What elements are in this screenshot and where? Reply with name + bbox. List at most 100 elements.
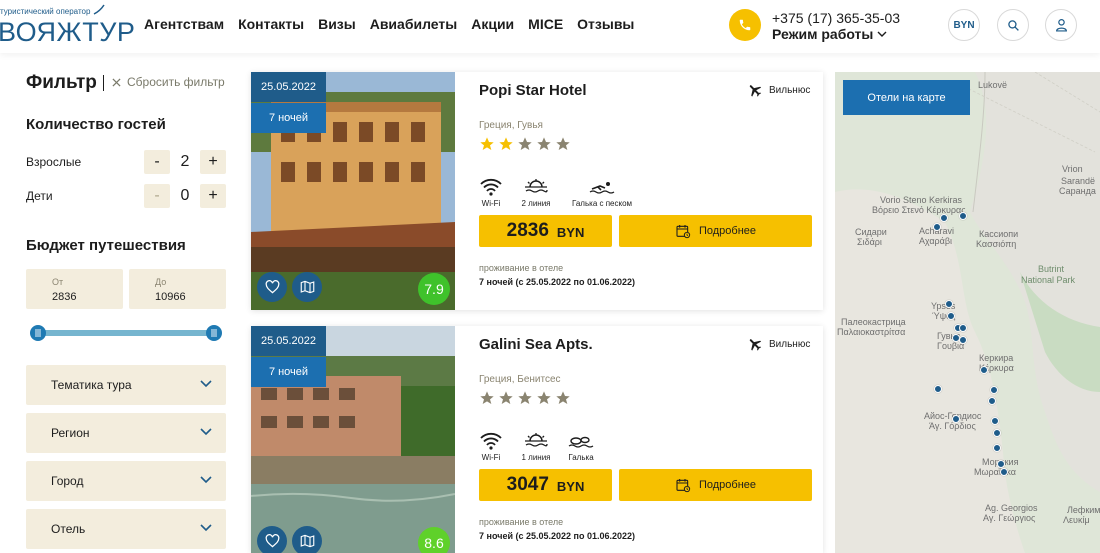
adults-minus-button[interactable]: - <box>144 150 170 174</box>
departure-city-label: Вильнюс <box>769 338 811 350</box>
region-dropdown[interactable]: Регион <box>26 413 226 453</box>
reset-filter-button[interactable]: Сбросить фильтр <box>112 75 225 89</box>
region-dropdown-label: Регион <box>51 426 90 440</box>
favorite-button[interactable] <box>257 272 287 302</box>
price-button[interactable]: 3047 BYN <box>479 469 612 501</box>
chevron-down-icon <box>200 476 212 484</box>
star-icon <box>537 137 551 150</box>
hotel-map-pin[interactable] <box>988 397 996 405</box>
price-button[interactable]: 2836 BYN <box>479 215 612 247</box>
phone-button[interactable] <box>729 9 761 41</box>
star-icon <box>499 137 513 150</box>
budget-to-field[interactable]: До 10966 <box>129 269 226 309</box>
nav-flights[interactable]: Авиабилеты <box>370 16 458 32</box>
city-dropdown[interactable]: Город <box>26 461 226 501</box>
hotel-map-pin[interactable] <box>980 366 988 374</box>
hotels-on-map-button[interactable]: Отели на карте <box>843 80 970 115</box>
heart-icon <box>265 534 279 548</box>
price-currency: BYN <box>556 225 585 240</box>
airplane-icon <box>749 85 762 97</box>
search-icon <box>1007 19 1019 31</box>
swimmer-icon <box>589 182 615 194</box>
user-icon <box>1055 19 1067 32</box>
price-currency: BYN <box>556 479 585 494</box>
map-label-city: Αγ. Γεώργιος <box>983 513 1036 523</box>
logo[interactable]: туристический оператор ВОЯЖТУР <box>0 4 135 48</box>
hotel-map-pin[interactable] <box>1000 468 1008 476</box>
adults-label: Взрослые <box>26 155 82 169</box>
show-on-map-button[interactable] <box>292 526 322 553</box>
show-on-map-button[interactable] <box>292 272 322 302</box>
hotel-name[interactable]: Popi Star Hotel <box>479 82 587 99</box>
work-hours-dropdown[interactable]: Режим работы <box>772 26 887 42</box>
budget-from-field[interactable]: От 2836 <box>26 269 123 309</box>
hotel-map-pin[interactable] <box>991 417 999 425</box>
guests-title: Количество гостей <box>26 116 166 133</box>
hotel-map-pin[interactable] <box>934 385 942 393</box>
amenity-wifi: Wi-Fi <box>479 426 503 462</box>
hotel-map-pin[interactable] <box>952 415 960 423</box>
children-label: Дети <box>26 189 53 203</box>
hotel-map-pin[interactable] <box>959 212 967 220</box>
chevron-down-icon <box>877 31 887 37</box>
stay-dates: 7 ночей (с 25.05.2022 по 01.06.2022) <box>479 531 636 541</box>
hotel-map-pin[interactable] <box>945 300 953 308</box>
phone-number[interactable]: +375 (17) 365-35-03 <box>772 10 900 26</box>
star-rating <box>479 390 571 406</box>
budget-from-value: 2836 <box>52 291 77 303</box>
nav-visas[interactable]: Визы <box>318 16 356 32</box>
hotel-photo[interactable]: 25.05.2022 7 ночей 8.6 <box>251 326 455 553</box>
hotel-card[interactable]: 25.05.2022 7 ночей 8.6 Galini Sea Apts. … <box>251 326 823 553</box>
nights-badge: 7 ночей <box>251 103 326 133</box>
details-button[interactable]: Подробнее <box>619 469 812 501</box>
budget-slider-max-handle[interactable] <box>206 325 222 341</box>
nav-agencies[interactable]: Агентствам <box>144 16 224 32</box>
hotel-card[interactable]: 25.05.2022 7 ночей 7.9 Popi Star Hotel В… <box>251 72 823 310</box>
filter-title: Фильтр <box>26 72 97 93</box>
search-button[interactable] <box>997 9 1029 41</box>
map-label-strait: Βόρειο Στενό Κέρκυρας <box>872 205 966 215</box>
account-button[interactable] <box>1045 9 1077 41</box>
hotel-map-pin[interactable] <box>993 444 1001 452</box>
budget-slider-track[interactable] <box>37 330 215 336</box>
city-dropdown-label: Город <box>51 474 84 488</box>
hotel-map-pin[interactable] <box>990 386 998 394</box>
hotel-dropdown[interactable]: Отель <box>26 509 226 549</box>
hotel-map-pin[interactable] <box>959 336 967 344</box>
hotel-map-pin[interactable] <box>947 312 955 320</box>
hotel-location: Греция, Гувья <box>479 120 543 131</box>
star-icon <box>480 137 494 150</box>
children-minus-button[interactable]: - <box>144 184 170 208</box>
amenity-wifi: Wi-Fi <box>479 172 503 208</box>
nav-reviews[interactable]: Отзывы <box>577 16 634 32</box>
price-amount: 2836 <box>506 220 549 241</box>
grip-icon <box>211 329 217 337</box>
hotel-map-pin[interactable] <box>993 429 1001 437</box>
pebbles-icon <box>568 436 594 448</box>
hotel-name[interactable]: Galini Sea Apts. <box>479 336 593 353</box>
nav-mice[interactable]: MICE <box>528 16 563 32</box>
adults-plus-button[interactable]: + <box>200 150 226 174</box>
hotel-map-pin[interactable] <box>997 460 1005 468</box>
departure-city-label: Вильнюс <box>769 84 811 96</box>
theme-dropdown[interactable]: Тематика тура <box>26 365 226 405</box>
departure-city: Вильнюс <box>747 336 810 352</box>
map-icon <box>300 280 314 294</box>
budget-slider-min-handle[interactable] <box>30 325 46 341</box>
star-icon <box>518 391 532 404</box>
hotel-map-pin[interactable] <box>940 214 948 222</box>
nav-contacts[interactable]: Контакты <box>238 16 304 32</box>
amenity-label: Wi-Fi <box>481 453 501 462</box>
children-plus-button[interactable]: + <box>200 184 226 208</box>
airplane-icon <box>749 339 762 351</box>
main-nav: Агентствам Контакты Визы Авиабилеты Акци… <box>144 16 634 32</box>
hotel-photo[interactable]: 25.05.2022 7 ночей 7.9 <box>251 72 455 310</box>
hotels-map[interactable]: Отели на карте Lukovë Vrion Sarandë Сара… <box>835 72 1100 553</box>
nav-promotions[interactable]: Акции <box>471 16 514 32</box>
favorite-button[interactable] <box>257 526 287 553</box>
details-button[interactable]: Подробнее <box>619 215 812 247</box>
currency-button[interactable]: BYN <box>948 9 980 41</box>
hotel-map-pin[interactable] <box>959 324 967 332</box>
hotel-map-pin[interactable] <box>933 223 941 231</box>
map-label-park: Butrint <box>1038 264 1065 274</box>
